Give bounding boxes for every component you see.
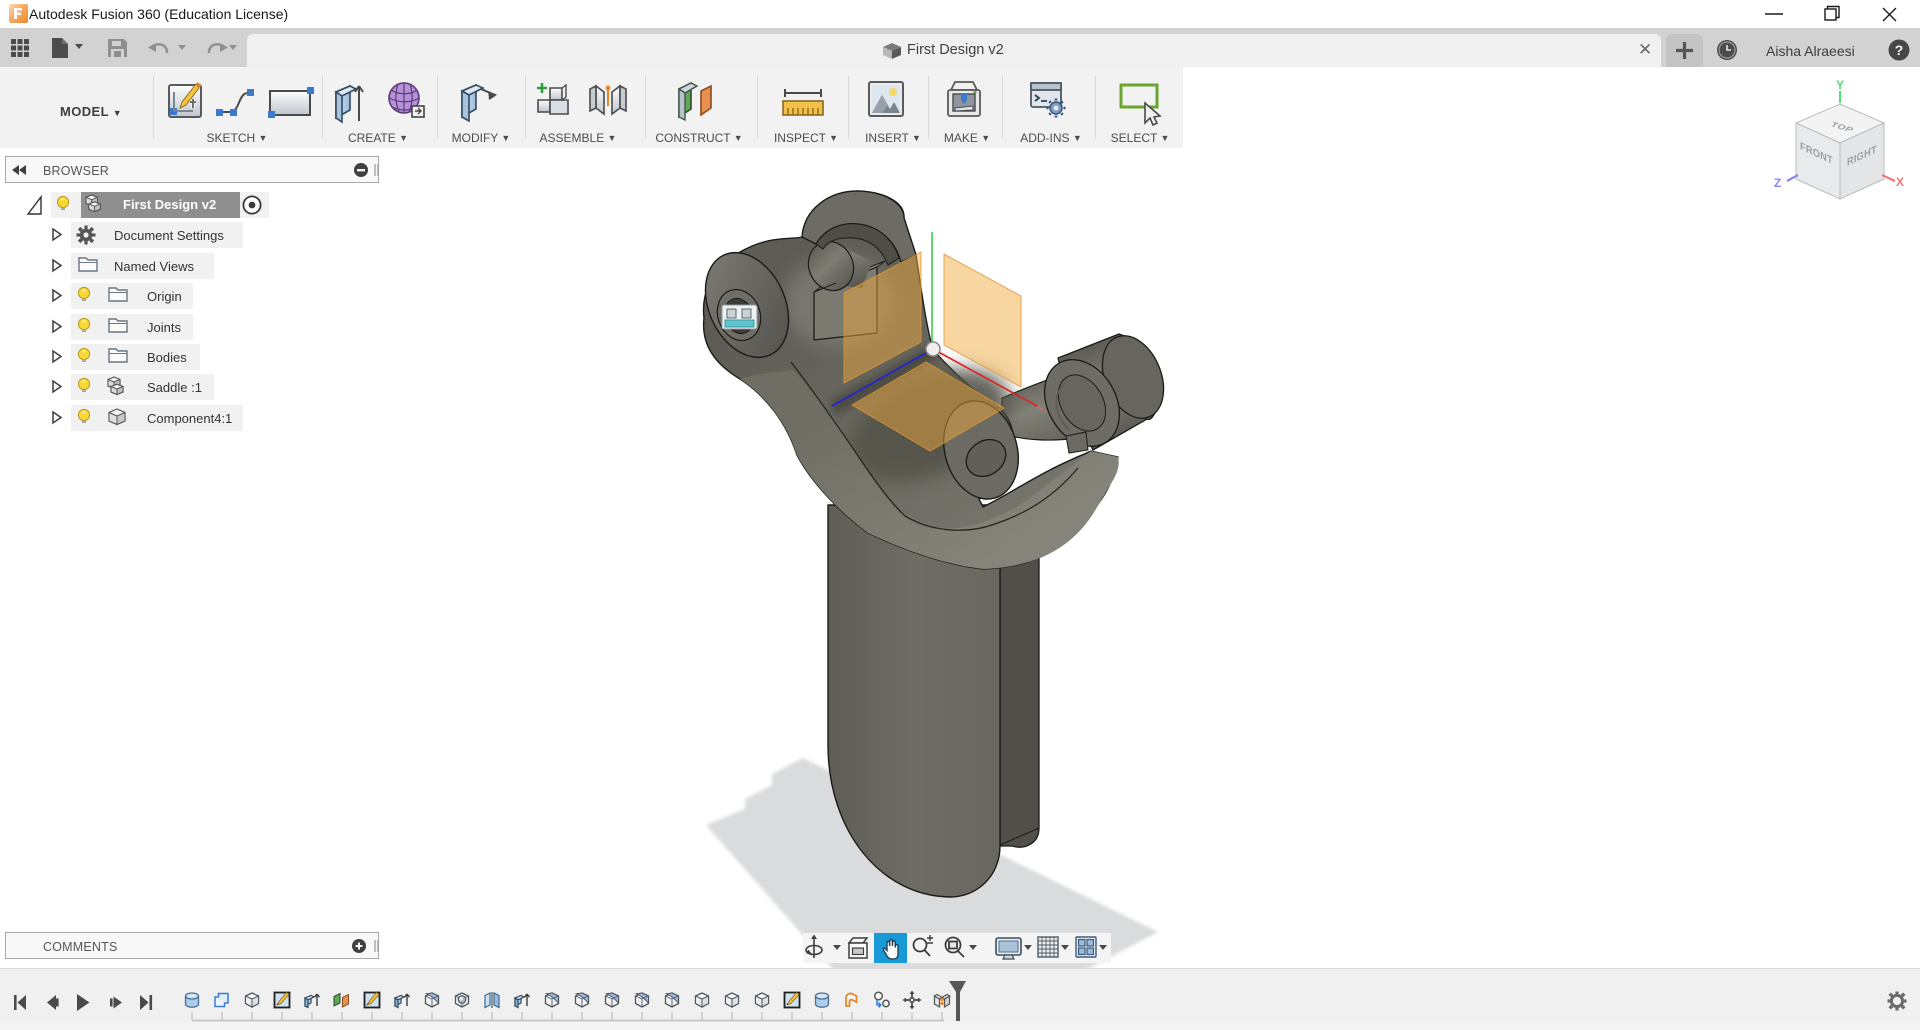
svg-text:?: ? [1895,42,1904,58]
svg-text:Y: Y [1836,78,1844,92]
svg-text:Z: Z [1774,176,1781,190]
svg-text:X: X [1896,175,1904,189]
